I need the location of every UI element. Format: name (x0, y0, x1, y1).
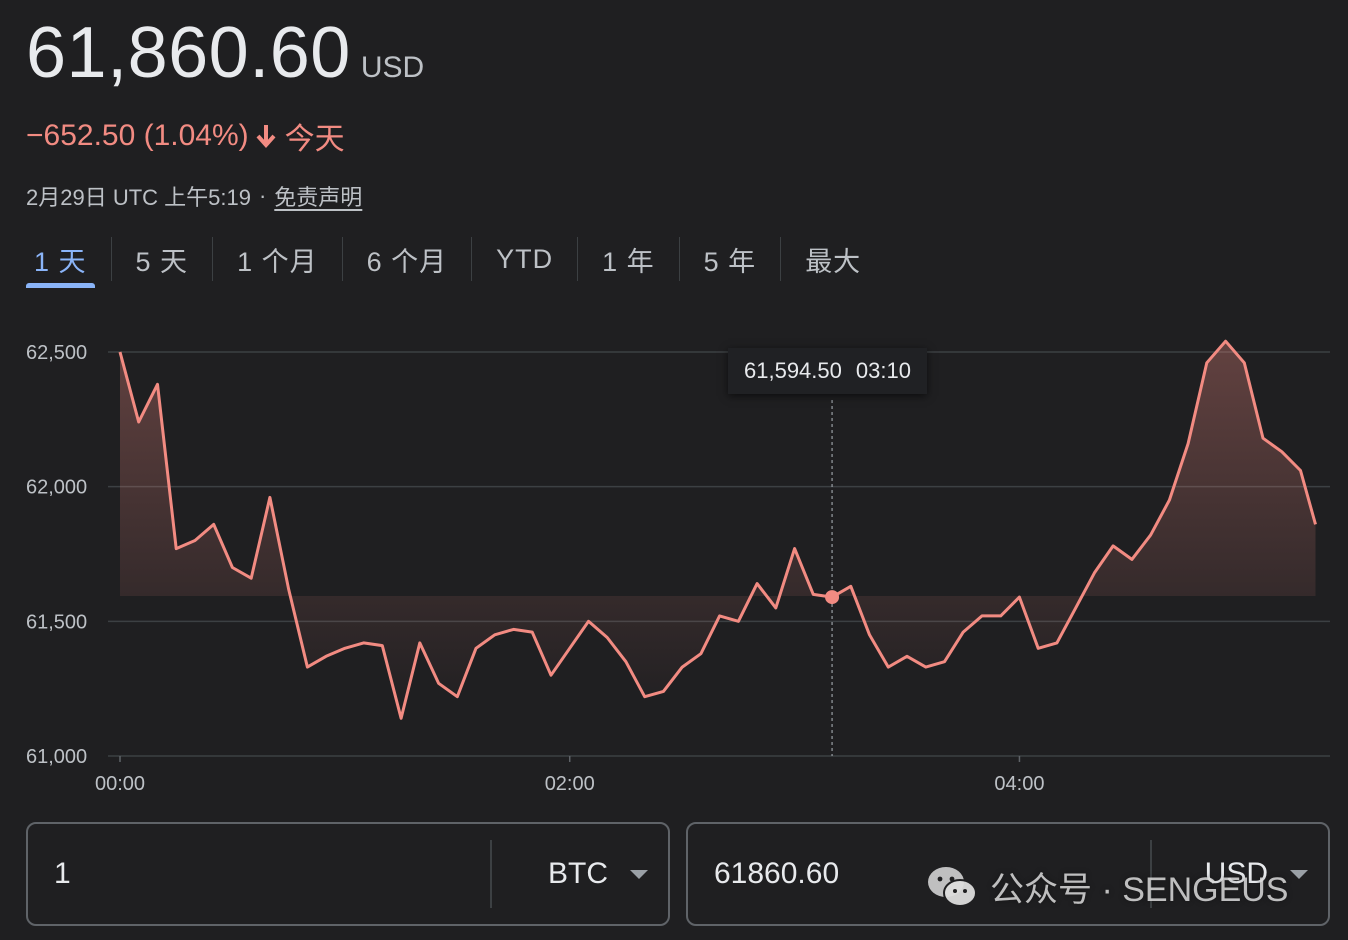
watermark: 公众号 · SENGEUS (926, 862, 1288, 911)
tab-divider (471, 237, 473, 281)
from-amount-input[interactable]: 1 (28, 824, 490, 924)
price-chart[interactable]: 62,500 62,000 61,500 61,000 00:00 02:00 04:00 (0, 300, 1348, 810)
watermark-text: 公众号 · SENGEUS (990, 871, 1289, 909)
hover-point (825, 590, 840, 605)
tab-divider (110, 237, 112, 281)
x-tick-label: 00:00 (95, 773, 145, 795)
x-tick-label: 04:00 (994, 773, 1044, 795)
meta-separator: · (258, 183, 267, 208)
tab-divider (577, 237, 579, 281)
timestamp: 2月29日 UTC 上午5:19 (26, 185, 251, 210)
tooltip-time: 03:10 (855, 358, 911, 383)
tab-divider (780, 237, 782, 281)
tab-divider (212, 237, 214, 281)
caret-down-icon (1290, 869, 1308, 879)
price-change: −652.50 (1.04%) 今天 (26, 114, 345, 158)
tooltip-value: 61,594.50 (744, 358, 842, 383)
price-meta: 2月29日 UTC 上午5:19 · 免责声明 (26, 180, 362, 212)
price-header: 61,860.60 USD (26, 12, 424, 94)
price-line (118, 339, 1317, 720)
chart-tooltip: 61,594.50 03:10 (728, 348, 927, 394)
tab-5-days[interactable]: 5 天 (120, 236, 205, 282)
arrow-down-icon (256, 125, 276, 149)
x-tick-label: 02:00 (545, 773, 595, 795)
tab-1-year[interactable]: 1 年 (586, 236, 671, 282)
y-tick-label: 61,000 (26, 746, 87, 768)
tab-divider (678, 237, 680, 281)
tab-1-day[interactable]: 1 天 (18, 236, 103, 288)
disclaimer-link[interactable]: 免责声明 (274, 180, 362, 212)
tab-1-month[interactable]: 1 个月 (221, 236, 334, 282)
from-currency-label: BTC (548, 857, 608, 890)
tab-max[interactable]: 最大 (789, 236, 877, 282)
range-tabs: 1 天 5 天 1 个月 6 个月 YTD 1 年 5 年 最大 (18, 236, 877, 288)
tab-divider (341, 237, 343, 281)
price-area-fill (120, 341, 1316, 719)
tab-6-months[interactable]: 6 个月 (351, 236, 464, 282)
y-tick-label: 62,500 (26, 342, 87, 364)
tab-5-years[interactable]: 5 年 (688, 236, 773, 282)
price-currency: USD (360, 51, 425, 84)
converter-from: 1 BTC (26, 822, 670, 926)
tab-ytd[interactable]: YTD (480, 236, 569, 282)
current-price: 61,860.60 (26, 13, 351, 93)
from-currency-select[interactable]: BTC (492, 824, 668, 924)
y-tick-label: 61,500 (26, 611, 87, 633)
y-tick-label: 62,000 (26, 477, 87, 499)
wechat-icon (928, 866, 977, 907)
change-value: −652.50 (1.04%) (26, 119, 249, 152)
change-period: 今天 (284, 123, 345, 156)
caret-down-icon (630, 869, 648, 879)
